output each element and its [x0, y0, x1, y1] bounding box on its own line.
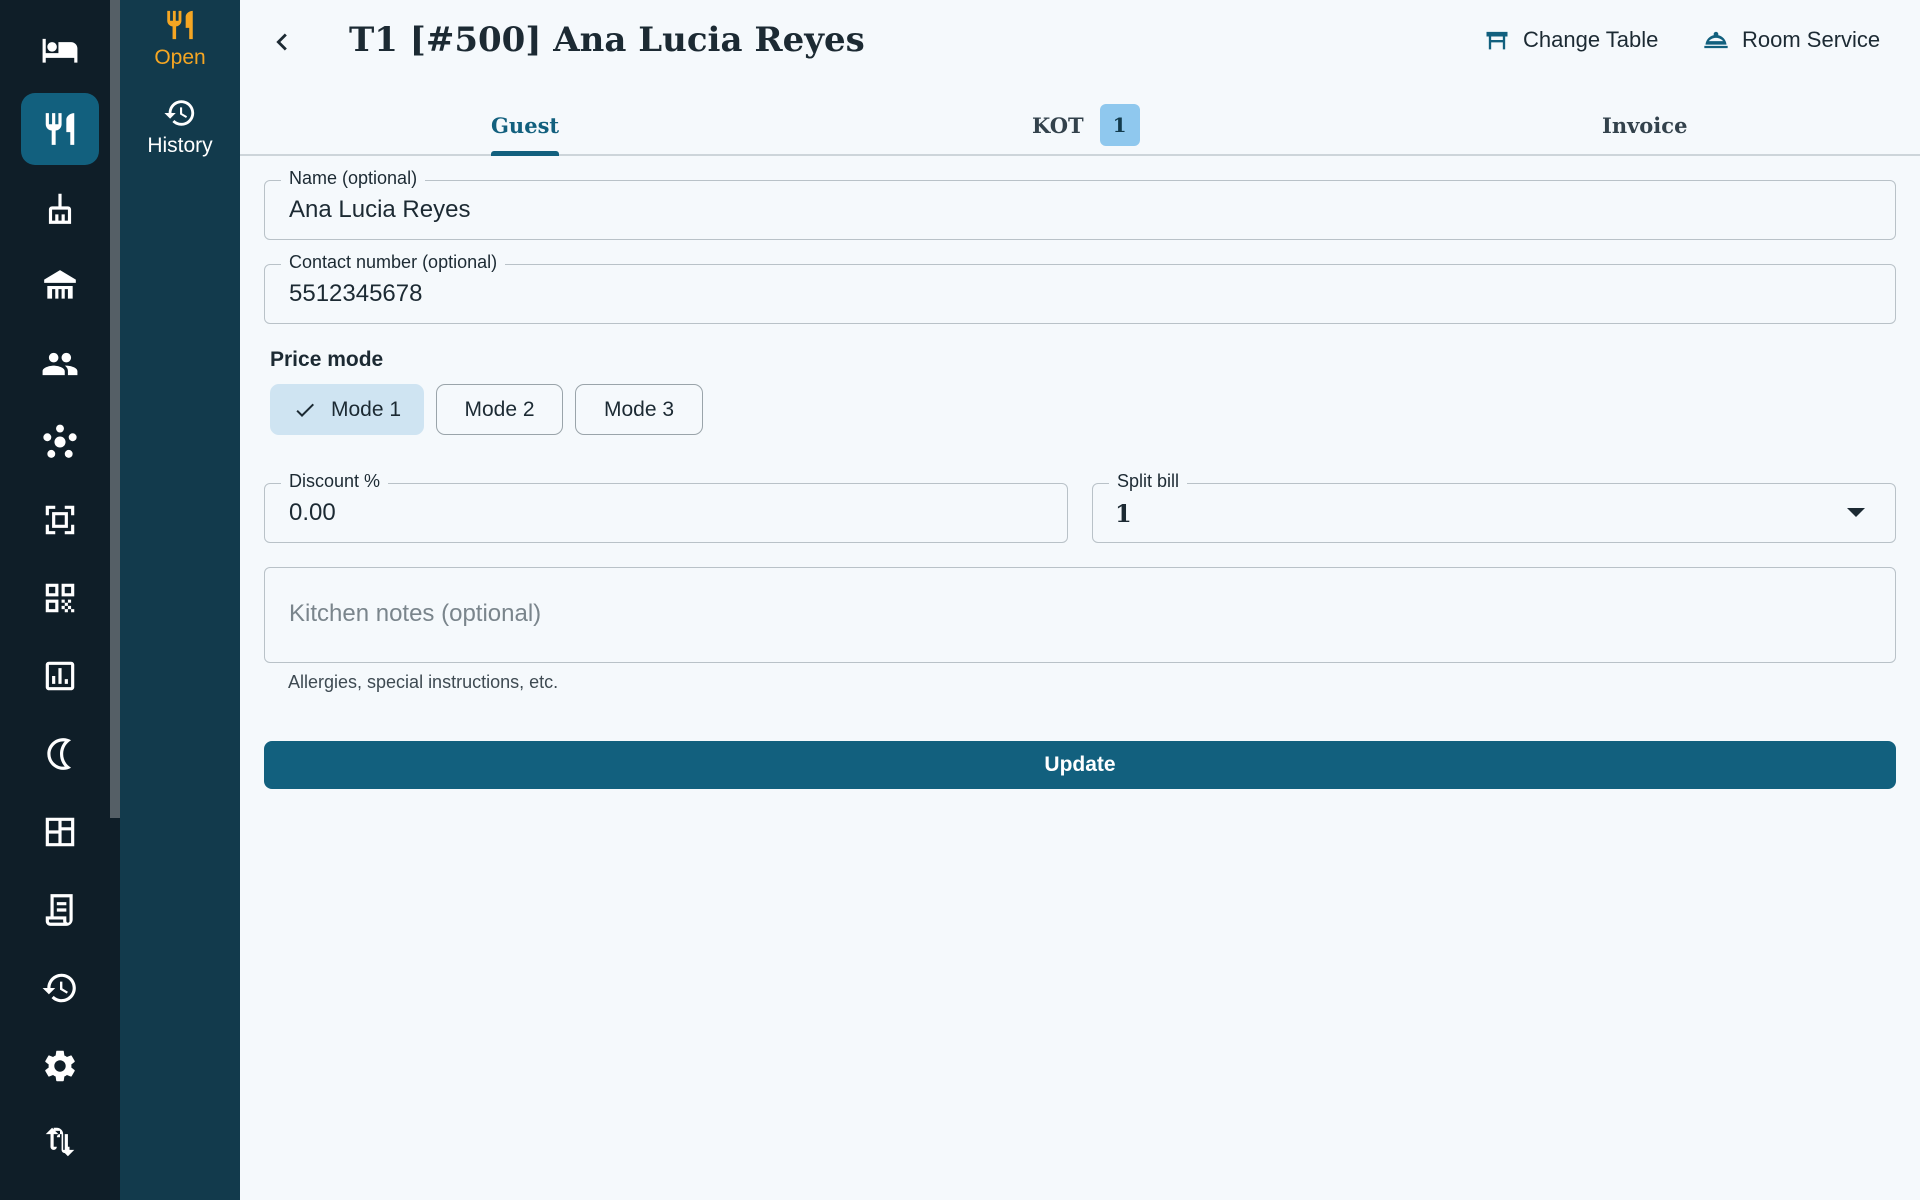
- tab-kot[interactable]: KOT 1: [1032, 96, 1140, 154]
- kot-count-badge: 1: [1099, 104, 1140, 146]
- qr-code-icon: [45, 583, 75, 613]
- price-mode-3-label: Mode 3: [603, 397, 675, 421]
- kitchen-notes-field[interactable]: Kitchen notes (optional): [264, 567, 1896, 663]
- room-service-label: Room Service: [1742, 27, 1881, 52]
- discount-field[interactable]: Discount % 0.00: [264, 471, 1068, 543]
- bed-icon: [42, 38, 78, 63]
- tab-kot-label: KOT: [1032, 112, 1084, 138]
- room-service-icon: [1704, 31, 1728, 49]
- nav-floor-plan-button[interactable]: [21, 796, 99, 868]
- subnav-open-label: Open: [154, 46, 206, 69]
- price-mode-3-chip[interactable]: Mode 3: [575, 384, 703, 435]
- subnav-history-label: History: [147, 134, 213, 157]
- contact-number-label: Contact number (optional): [281, 252, 506, 273]
- analytics-icon: [45, 661, 75, 691]
- dropdown-caret-icon[interactable]: [1847, 508, 1865, 517]
- nav-property-button[interactable]: [21, 250, 99, 322]
- people-icon: [42, 352, 78, 376]
- receipt-icon: [45, 894, 73, 926]
- main-nav-rail: [0, 0, 120, 1200]
- price-mode-1-chip[interactable]: Mode 1: [270, 384, 424, 435]
- order-tabs: Guest KOT 1 Invoice: [240, 96, 1920, 156]
- layout-icon: [45, 817, 75, 847]
- split-bill-label: Split bill: [1109, 471, 1188, 492]
- restaurant-icon: [45, 113, 75, 145]
- nav-history-button[interactable]: [21, 952, 99, 1024]
- price-mode-2-label: Mode 2: [464, 397, 535, 421]
- nav-rooms-button[interactable]: [21, 14, 99, 86]
- back-button[interactable]: [262, 20, 302, 64]
- table-icon: [1486, 31, 1508, 50]
- split-bill-value: 1: [1115, 499, 1132, 528]
- night-audit-icon: [47, 738, 72, 770]
- nav-restaurant-button[interactable]: [21, 93, 99, 165]
- nav-billing-button[interactable]: [21, 874, 99, 946]
- subnav-open-button[interactable]: Open: [120, 8, 240, 70]
- history-icon: [42, 973, 76, 1003]
- hub-icon: [43, 424, 77, 458]
- name-field[interactable]: Name (optional) Ana Lucia Reyes: [264, 168, 1896, 240]
- change-table-label: Change Table: [1523, 27, 1659, 52]
- tab-invoice-label: Invoice: [1602, 112, 1688, 138]
- price-mode-heading: Price mode: [270, 348, 384, 371]
- nav-qr-button[interactable]: [21, 562, 99, 634]
- contact-number-field[interactable]: Contact number (optional) 5512345678: [264, 252, 1896, 324]
- housekeeping-icon: [48, 193, 72, 224]
- tab-guest[interactable]: Guest: [491, 96, 560, 156]
- nav-sync-button[interactable]: [21, 1106, 99, 1178]
- rail-scrollbar[interactable]: [110, 0, 120, 818]
- nav-guests-button[interactable]: [21, 328, 99, 400]
- history-icon: [164, 100, 195, 126]
- nav-scanner-button[interactable]: [21, 484, 99, 556]
- nav-integrations-button[interactable]: [21, 406, 99, 478]
- split-bill-select[interactable]: Split bill 1: [1092, 471, 1896, 543]
- discount-value[interactable]: 0.00: [289, 499, 336, 527]
- kitchen-notes-helper-text: Allergies, special instructions, etc.: [288, 672, 559, 692]
- tab-invoice[interactable]: Invoice: [1602, 96, 1687, 154]
- room-service-button[interactable]: Room Service: [1702, 26, 1880, 54]
- name-field-value[interactable]: Ana Lucia Reyes: [289, 196, 470, 224]
- page-title: T1 [#500] Ana Lucia Reyes: [349, 20, 865, 60]
- nav-reports-button[interactable]: [21, 640, 99, 712]
- nav-night-audit-button[interactable]: [21, 718, 99, 790]
- name-field-label: Name (optional): [281, 168, 426, 189]
- price-mode-1-label: Mode 1: [330, 397, 402, 421]
- nav-housekeeping-button[interactable]: [21, 172, 99, 244]
- property-icon: [44, 270, 76, 299]
- price-mode-2-chip[interactable]: Mode 2: [436, 384, 563, 435]
- check-icon: [296, 403, 314, 417]
- discount-label: Discount %: [281, 471, 389, 492]
- restaurant-icon: [167, 10, 193, 40]
- tab-guest-label: Guest: [491, 112, 560, 138]
- restaurant-subnav: Open History: [120, 0, 240, 1200]
- sync-icon: [45, 1127, 75, 1157]
- contact-number-value[interactable]: 5512345678: [289, 280, 422, 308]
- scanner-icon: [45, 505, 75, 535]
- chevron-left-icon: [276, 33, 287, 51]
- subnav-history-button[interactable]: History: [120, 96, 240, 158]
- settings-icon: [45, 1050, 75, 1082]
- change-table-button[interactable]: Change Table: [1483, 26, 1658, 54]
- update-button[interactable]: Update: [264, 741, 1896, 789]
- nav-settings-button[interactable]: [21, 1030, 99, 1102]
- kitchen-notes-placeholder: Kitchen notes (optional): [289, 600, 542, 627]
